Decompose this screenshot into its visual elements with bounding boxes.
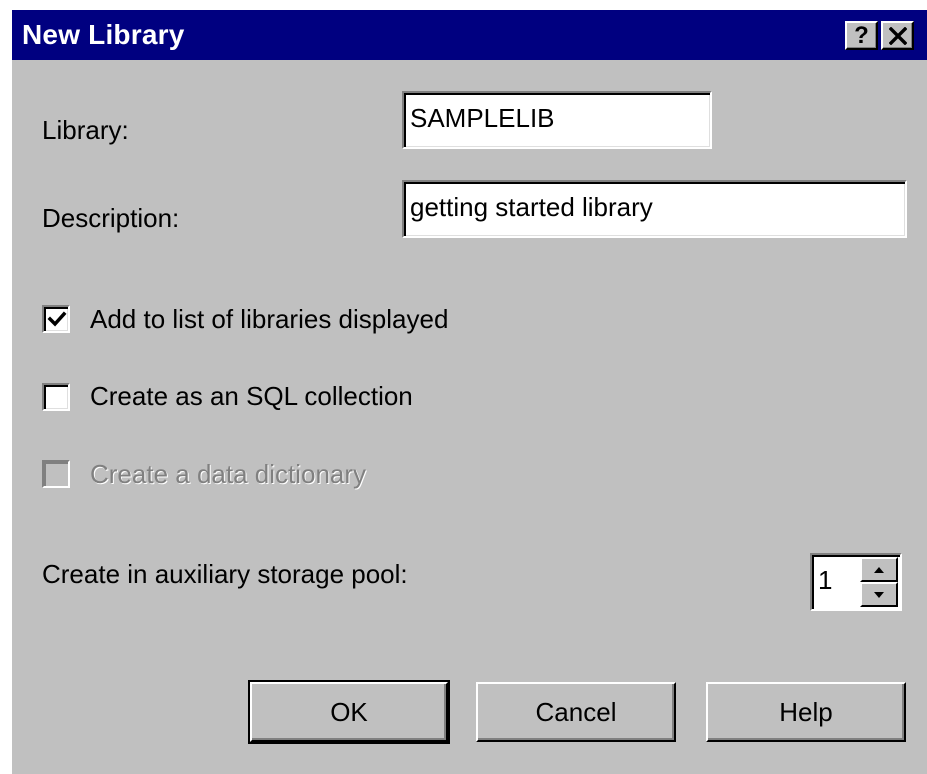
add-to-list-checkbox[interactable] (42, 305, 70, 333)
dialog-title: New Library (22, 19, 185, 50)
library-label: Library: (42, 115, 129, 145)
spin-up-button[interactable] (860, 557, 898, 582)
help-question-button[interactable]: ? (845, 21, 878, 50)
spin-up-arrow-icon (874, 566, 884, 573)
data-dictionary-label: Create a data dictionary (90, 459, 367, 489)
library-input-value: SAMPLELIB (410, 103, 555, 133)
close-button[interactable] (881, 21, 914, 50)
asp-spinner-value[interactable]: 1 (818, 565, 832, 596)
spin-down-button[interactable] (860, 582, 898, 607)
sql-collection-checkbox[interactable] (42, 383, 70, 411)
sql-collection-label[interactable]: Create as an SQL collection (90, 381, 413, 412)
ok-button[interactable]: OK (248, 680, 450, 744)
data-dictionary-checkbox (42, 460, 70, 488)
title-bar[interactable]: New Library ? (12, 10, 927, 60)
new-library-dialog: New Library ? Library: SAMPLELIB Descrip… (12, 10, 927, 774)
help-question-icon: ? (854, 21, 869, 49)
library-input[interactable]: SAMPLELIB (402, 91, 712, 149)
spin-down-arrow-icon (874, 591, 884, 598)
description-input-value: getting started library (410, 192, 653, 222)
checkmark-icon (47, 311, 67, 327)
cancel-button[interactable]: Cancel (476, 682, 676, 742)
description-input[interactable]: getting started library (402, 180, 907, 238)
asp-label: Create in auxiliary storage pool: (42, 559, 408, 589)
add-to-list-label[interactable]: Add to list of libraries displayed (90, 304, 448, 335)
close-x-icon (888, 26, 907, 45)
help-button[interactable]: Help (706, 682, 906, 742)
description-label: Description: (42, 203, 180, 233)
asp-spinner[interactable]: 1 (810, 553, 902, 611)
